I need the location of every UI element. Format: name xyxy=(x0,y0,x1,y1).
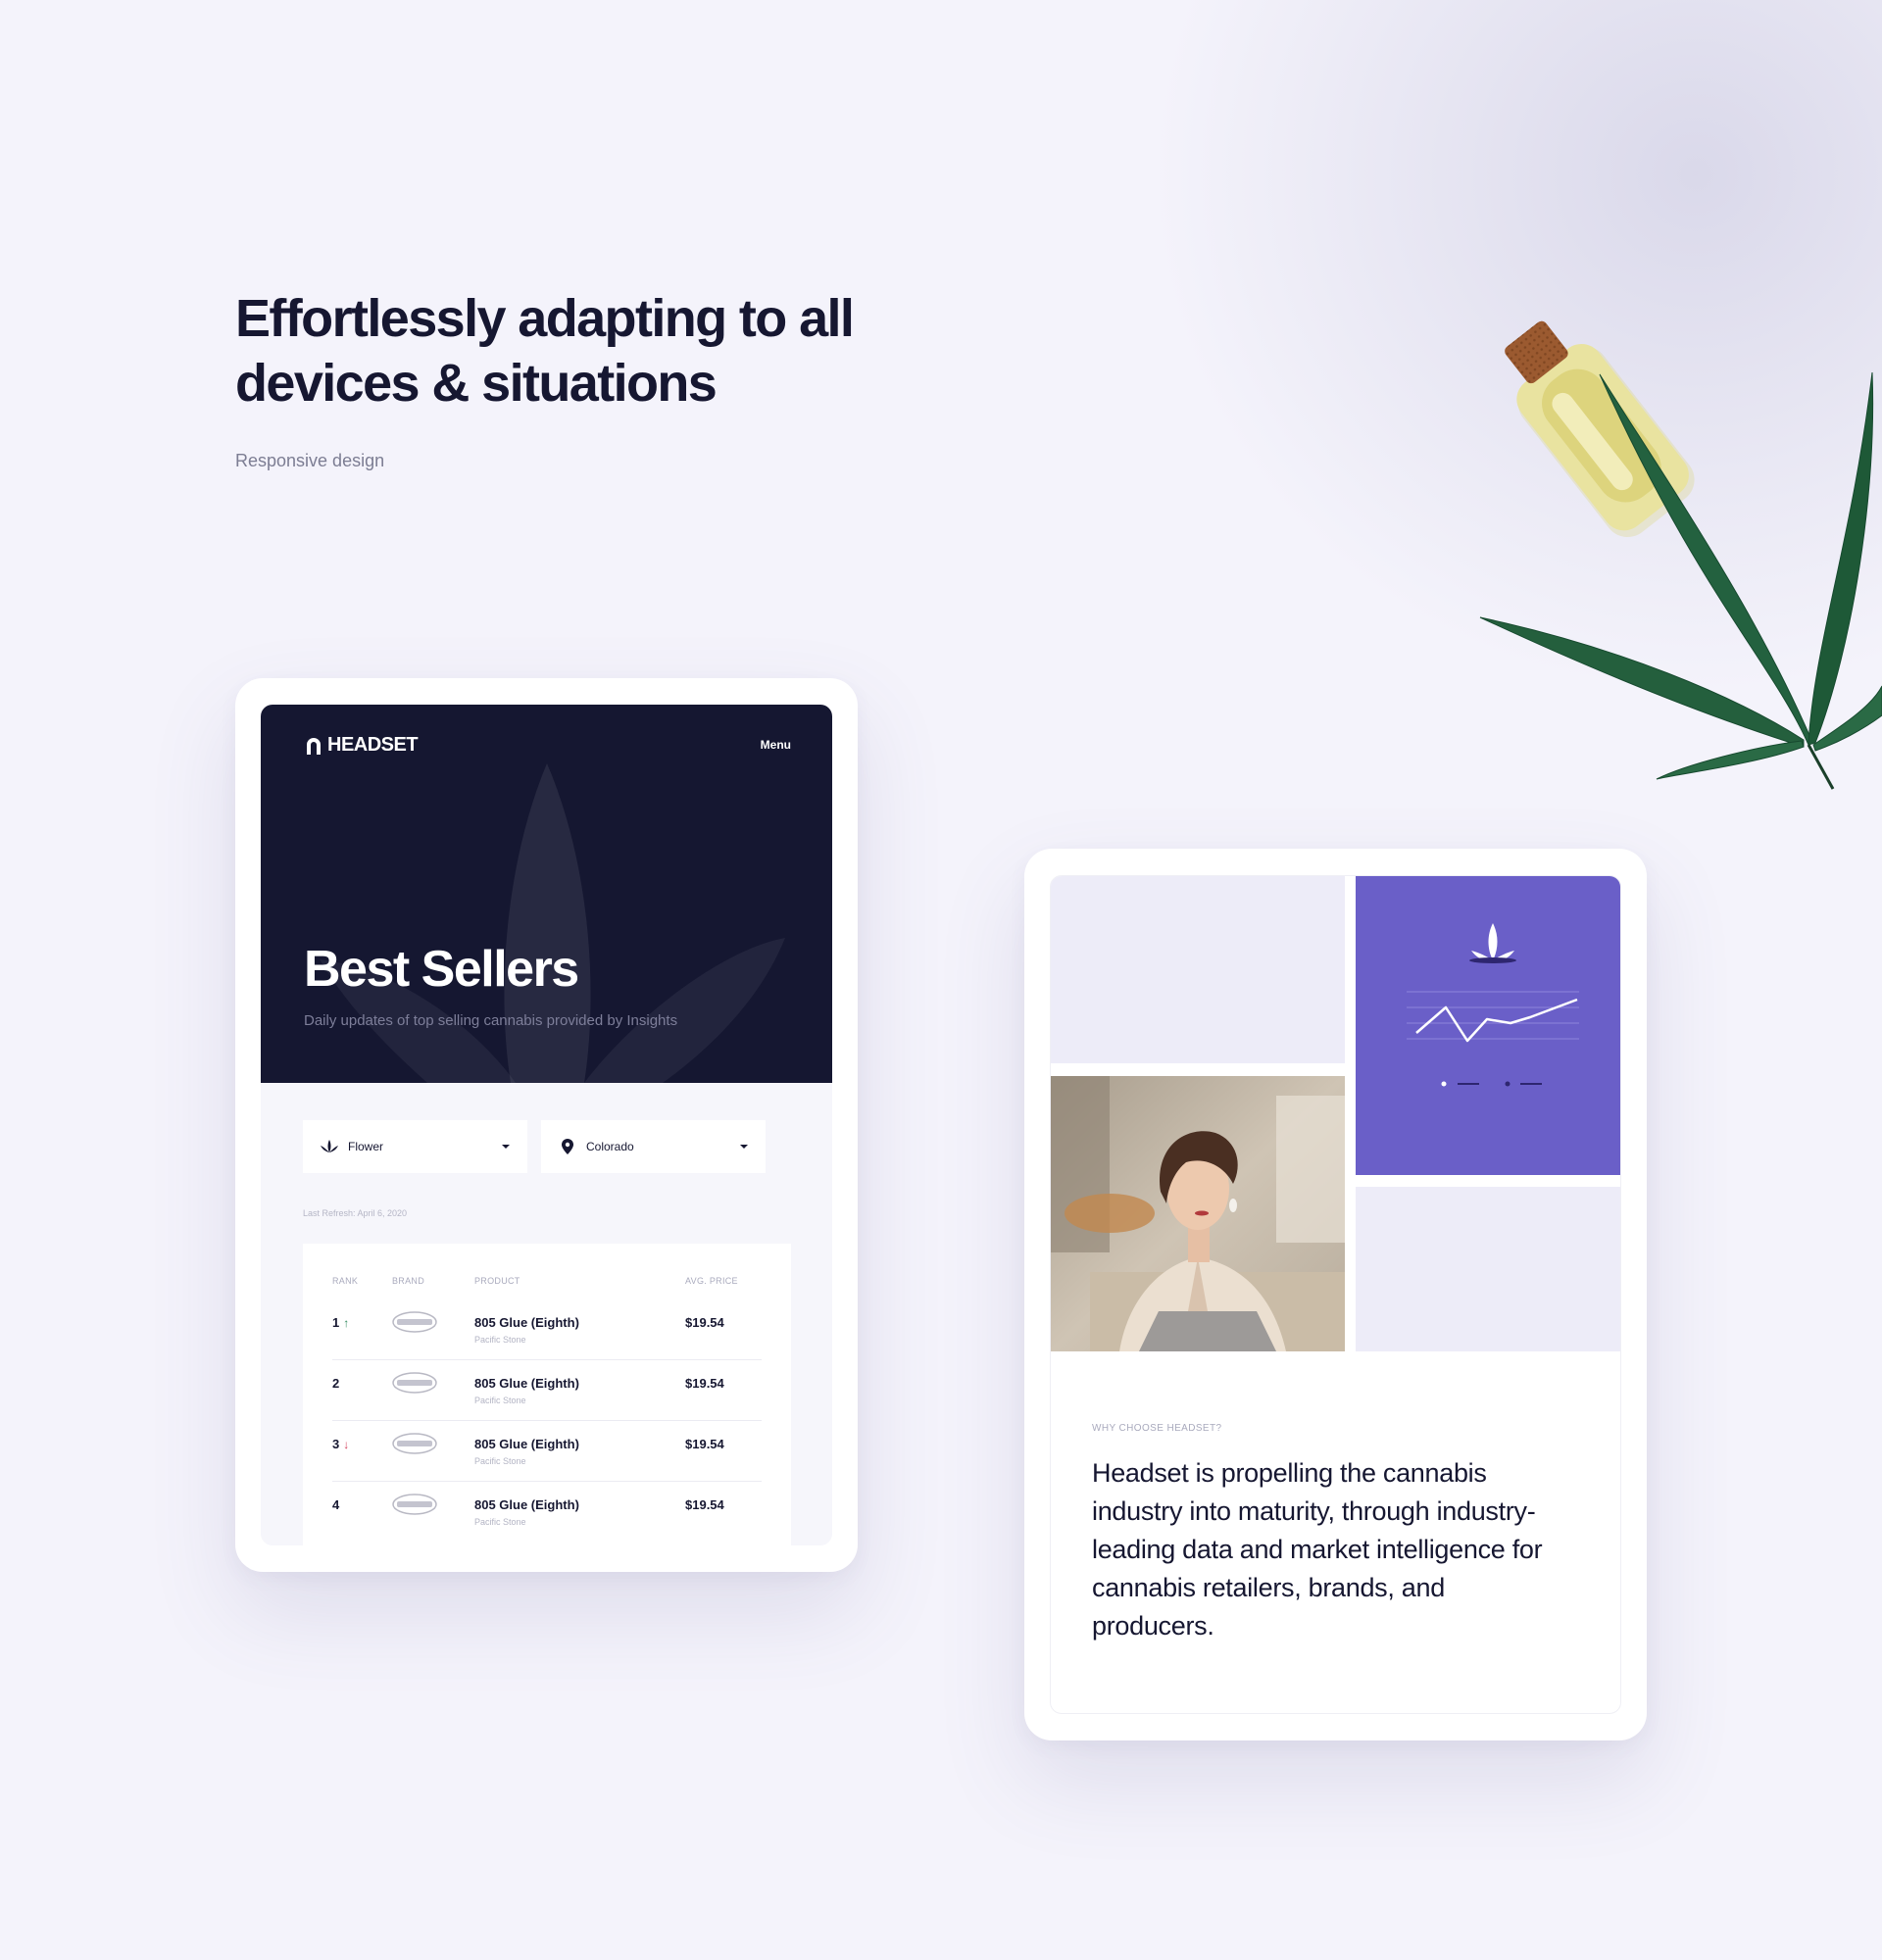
row-product: 805 Glue (Eighth) xyxy=(474,1376,579,1391)
cannabis-leaf-icon xyxy=(321,1138,338,1155)
row-price: $19.54 xyxy=(685,1315,724,1330)
headset-logo-icon xyxy=(307,737,321,755)
tablet-screen: HEADSET Menu Best Sellers Daily updates … xyxy=(261,705,832,1545)
hero-subtitle: Responsive design xyxy=(235,451,385,470)
brand-logo-icon xyxy=(392,1433,437,1454)
logo-text: HEADSET xyxy=(327,734,419,756)
row-brand: Pacific Stone xyxy=(474,1517,526,1527)
row-price: $19.54 xyxy=(685,1497,724,1512)
row-brand: Pacific Stone xyxy=(474,1456,526,1466)
row-price: $19.54 xyxy=(685,1376,724,1391)
map-pin-icon xyxy=(559,1138,576,1155)
caret-down-icon xyxy=(502,1145,510,1149)
lavender-tile xyxy=(1051,876,1345,1063)
column-header-product[interactable]: PRODUCT xyxy=(474,1276,520,1286)
trend-up-icon: ↑ xyxy=(343,1316,350,1330)
location-select-value: Colorado xyxy=(586,1140,634,1153)
product-props-illustration xyxy=(1479,320,1882,790)
category-select[interactable]: Flower xyxy=(303,1120,527,1173)
row-rank: 2 xyxy=(332,1376,340,1391)
tablet-best-sellers: HEADSET Menu Best Sellers Daily updates … xyxy=(235,678,858,1572)
best-sellers-title: Best Sellers xyxy=(304,941,579,998)
row-rank: 1 ↑ xyxy=(332,1315,350,1330)
tablet-screen: WHY CHOOSE HEADSET? Headset is propellin… xyxy=(1050,875,1621,1714)
woman-working-photo xyxy=(1051,1076,1345,1351)
column-header-rank[interactable]: RANK xyxy=(332,1276,358,1286)
table-row[interactable]: 2 805 Glue (Eighth) Pacific Stone $19.54 xyxy=(332,1360,762,1421)
lavender-tile xyxy=(1356,1187,1620,1351)
caret-down-icon xyxy=(740,1145,748,1149)
row-product: 805 Glue (Eighth) xyxy=(474,1497,579,1512)
insights-illustration-icon xyxy=(1407,923,1579,1087)
best-sellers-table: RANK BRAND PRODUCT AVG. PRICE 1 ↑ 805 Glu… xyxy=(303,1244,791,1545)
best-sellers-subtitle: Daily updates of top selling cannabis pr… xyxy=(304,1012,678,1029)
column-header-brand[interactable]: BRAND xyxy=(392,1276,424,1286)
best-sellers-hero: HEADSET Menu Best Sellers Daily updates … xyxy=(261,705,832,1083)
brand-logo-icon xyxy=(392,1494,437,1515)
hero-title: Effortlessly adapting to all devices & s… xyxy=(235,289,855,413)
row-brand: Pacific Stone xyxy=(474,1335,526,1345)
row-price: $19.54 xyxy=(685,1437,724,1451)
row-product: 805 Glue (Eighth) xyxy=(474,1437,579,1451)
menu-button[interactable]: Menu xyxy=(761,738,791,752)
brand-logo-icon xyxy=(392,1372,437,1394)
table-row[interactable]: 4 805 Glue (Eighth) Pacific Stone $19.54 xyxy=(332,1482,762,1543)
why-choose-text: Headset is propelling the cannabis indus… xyxy=(1092,1458,1543,1641)
why-choose-label: WHY CHOOSE HEADSET? xyxy=(1092,1423,1222,1434)
headset-logo[interactable]: HEADSET xyxy=(304,734,419,757)
table-row[interactable]: 3 ↓ 805 Glue (Eighth) Pacific Stone $19.5… xyxy=(332,1421,762,1482)
last-refresh-text: Last Refresh: April 6, 2020 xyxy=(303,1208,408,1218)
row-rank: 4 xyxy=(332,1497,340,1512)
chart-tile xyxy=(1356,876,1620,1175)
trend-down-icon: ↓ xyxy=(343,1438,350,1451)
category-select-value: Flower xyxy=(348,1140,384,1153)
row-brand: Pacific Stone xyxy=(474,1396,526,1405)
column-header-avg-price[interactable]: AVG. PRICE xyxy=(685,1276,738,1286)
location-select[interactable]: Colorado xyxy=(541,1120,766,1173)
row-rank: 3 ↓ xyxy=(332,1437,350,1451)
table-row[interactable]: 1 ↑ 805 Glue (Eighth) Pacific Stone $19.5… xyxy=(332,1299,762,1360)
row-product: 805 Glue (Eighth) xyxy=(474,1315,579,1330)
tablet-why-headset: WHY CHOOSE HEADSET? Headset is propellin… xyxy=(1024,849,1647,1740)
brand-logo-icon xyxy=(392,1311,437,1333)
